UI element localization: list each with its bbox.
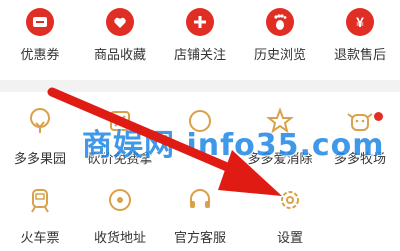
history-label: 历史浏览 xyxy=(253,48,306,63)
yen-icon: ¥ xyxy=(320,8,400,38)
coupon-label: 优惠券 xyxy=(20,48,60,63)
gear-icon xyxy=(250,185,330,223)
svg-text:¥: ¥ xyxy=(356,14,364,30)
coupon-icon xyxy=(0,8,80,38)
train-icon xyxy=(0,185,80,223)
watermark-text: 商娱网 info35.com xyxy=(82,128,385,163)
heart-bag-icon xyxy=(80,8,160,38)
favorites-label: 商品收藏 xyxy=(93,48,146,63)
store-plus-icon xyxy=(160,8,240,38)
customer-service-label: 官方客服 xyxy=(173,231,226,246)
settings-label: 设置 xyxy=(276,231,303,246)
train-ticket-label: 火车票 xyxy=(20,231,60,246)
tree-icon xyxy=(0,106,80,144)
footprint-icon xyxy=(240,8,320,38)
location-icon xyxy=(80,185,160,223)
headset-icon xyxy=(160,185,240,223)
section-divider xyxy=(0,80,400,92)
orchard-label: 多多果园 xyxy=(13,152,66,167)
refund-label: 退款售后 xyxy=(333,48,386,63)
store-follow-label: 店铺关注 xyxy=(173,48,226,63)
address-label: 收货地址 xyxy=(93,231,146,246)
